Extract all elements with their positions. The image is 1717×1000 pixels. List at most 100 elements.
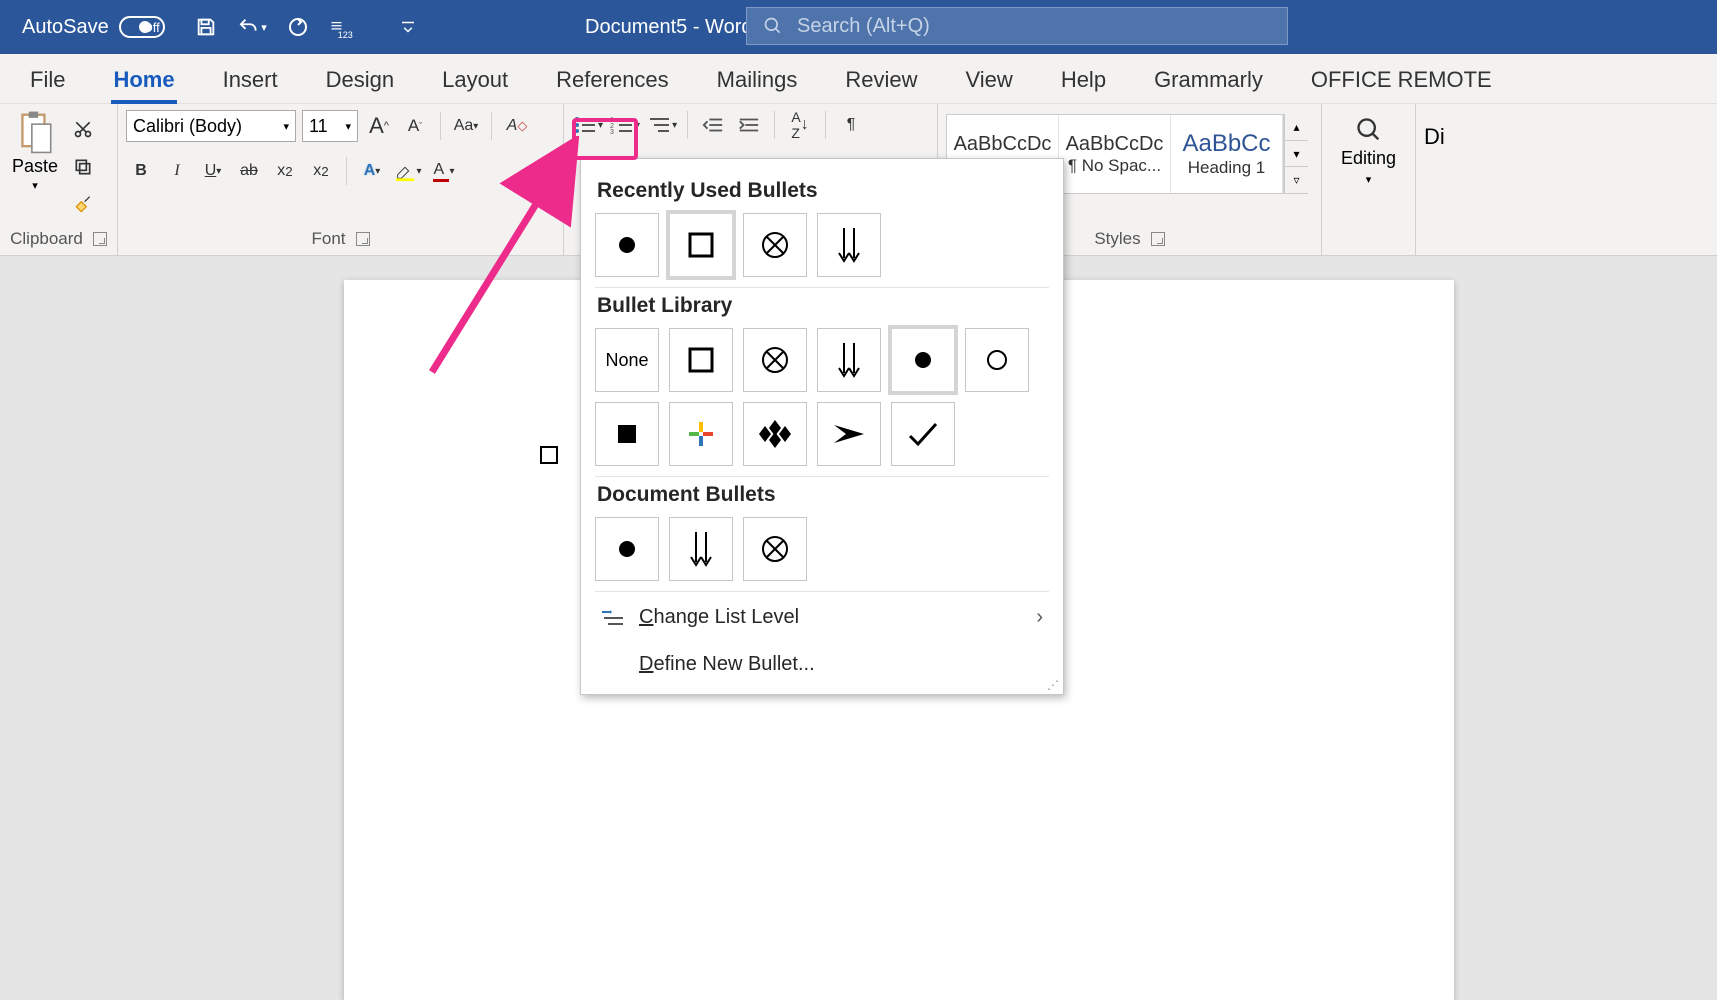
save-icon[interactable] <box>191 12 221 42</box>
annotation-highlight <box>572 118 638 160</box>
bullet-none[interactable]: None <box>595 328 659 392</box>
search-icon <box>763 16 783 36</box>
scissors-icon <box>73 119 93 139</box>
undo-icon[interactable]: ▾ <box>237 12 267 42</box>
section-document: Document Bullets <box>597 483 1049 507</box>
chevron-down-icon: ▾ <box>1366 173 1372 186</box>
bullet-doc-doublearrow[interactable] <box>669 517 733 581</box>
toggle-switch[interactable]: Off <box>119 16 165 38</box>
search-placeholder: Search (Alt+Q) <box>797 15 930 38</box>
tab-design[interactable]: Design <box>302 57 418 103</box>
highlight-button[interactable]: ▾ <box>393 156 423 186</box>
search-box[interactable]: Search (Alt+Q) <box>746 7 1288 45</box>
increase-indent-button[interactable] <box>734 110 764 140</box>
bullet-lib-4color[interactable] <box>669 402 733 466</box>
bullet-lib-square-filled[interactable] <box>595 402 659 466</box>
font-color-button[interactable]: A▾ <box>429 156 459 186</box>
group-clipboard: Paste ▾ Clipboard <box>0 104 118 255</box>
bullet-lib-arrowhead[interactable] <box>817 402 881 466</box>
customize-qat-icon[interactable] <box>393 12 423 42</box>
section-library: Bullet Library <box>597 294 1049 318</box>
bold-button[interactable]: B <box>126 156 156 186</box>
chevron-right-icon: › <box>1036 606 1043 629</box>
bullet-lib-disc[interactable] <box>891 328 955 392</box>
group-editing: Editing ▾ <box>1322 104 1416 255</box>
paintbrush-icon <box>73 195 93 215</box>
multilevel-list-button[interactable]: ▾ <box>646 110 677 140</box>
strikethrough-button[interactable]: ab <box>234 156 264 186</box>
bullet-lib-check[interactable] <box>891 402 955 466</box>
list-level-icon <box>601 608 625 628</box>
grow-font-button[interactable]: A^ <box>364 111 394 141</box>
bullet-lib-square-outline[interactable] <box>669 328 733 392</box>
tab-home[interactable]: Home <box>89 57 198 103</box>
bullet-recent-doublearrow[interactable] <box>817 213 881 277</box>
italic-button[interactable]: I <box>162 156 192 186</box>
indent-icon <box>738 115 760 135</box>
outdent-icon <box>702 115 724 135</box>
tab-view[interactable]: View <box>942 57 1037 103</box>
superscript-button[interactable]: x2 <box>306 156 336 186</box>
font-size-combo[interactable]: 11▾ <box>302 110 358 142</box>
format-painter-button[interactable] <box>68 190 98 220</box>
sort-button[interactable]: AZ↓ <box>785 110 815 140</box>
style-heading1[interactable]: AaBbCcHeading 1 <box>1171 115 1283 193</box>
gallery-scroll[interactable]: ▴▾▿ <box>1284 114 1308 194</box>
repeat-icon[interactable] <box>283 12 313 42</box>
shrink-font-button[interactable]: Aˇ <box>400 111 430 141</box>
multilevel-icon <box>646 115 672 135</box>
bullet-lib-circlex[interactable] <box>743 328 807 392</box>
line-spacing-icon[interactable]: 123 <box>329 12 359 42</box>
tab-review[interactable]: Review <box>821 57 941 103</box>
style-no-spacing[interactable]: AaBbCcDc¶ No Spac... <box>1059 115 1171 193</box>
autosave-toggle[interactable]: AutoSave Off <box>22 16 165 39</box>
copy-icon <box>73 157 93 177</box>
bullet-doc-circlex[interactable] <box>743 517 807 581</box>
define-new-bullet[interactable]: Define New Bullet... <box>595 641 1049 688</box>
document-title: Document5 - Word <box>585 16 752 39</box>
tab-file[interactable]: File <box>6 57 89 103</box>
font-launcher[interactable] <box>356 232 370 246</box>
ribbon-tabs: File Home Insert Design Layout Reference… <box>0 54 1717 104</box>
editing-button[interactable]: Editing ▾ <box>1330 110 1407 186</box>
change-list-level[interactable]: Change List Level › <box>595 594 1049 641</box>
bullet-lib-circle[interactable] <box>965 328 1029 392</box>
tab-help[interactable]: Help <box>1037 57 1130 103</box>
decrease-indent-button[interactable] <box>698 110 728 140</box>
section-recent: Recently Used Bullets <box>597 179 1049 203</box>
bullet-recent-square[interactable] <box>669 213 733 277</box>
copy-button[interactable] <box>68 152 98 182</box>
subscript-button[interactable]: x2 <box>270 156 300 186</box>
chevron-down-icon: ▾ <box>32 179 38 192</box>
tab-insert[interactable]: Insert <box>199 57 302 103</box>
change-case-button[interactable]: Aa▾ <box>451 111 481 141</box>
tab-mailings[interactable]: Mailings <box>693 57 822 103</box>
resize-grip-icon[interactable]: ⋰ <box>1047 678 1059 692</box>
show-marks-button[interactable]: ¶ <box>836 110 866 140</box>
document-bullet-square <box>540 446 558 464</box>
overflow[interactable]: Di <box>1416 104 1456 255</box>
bullet-recent-circlex[interactable] <box>743 213 807 277</box>
title-bar: AutoSave Off ▾ 123 Document5 - Word Sear… <box>0 0 1717 54</box>
tab-grammarly[interactable]: Grammarly <box>1130 57 1287 103</box>
underline-button[interactable]: U▾ <box>198 156 228 186</box>
font-name-combo[interactable]: Calibri (Body)▾ <box>126 110 296 142</box>
tab-office-remote[interactable]: OFFICE REMOTE <box>1287 57 1516 103</box>
clipboard-icon <box>15 110 55 154</box>
bullet-lib-doublearrow[interactable] <box>817 328 881 392</box>
find-icon <box>1355 116 1383 144</box>
tab-layout[interactable]: Layout <box>418 57 532 103</box>
bullet-recent-disc[interactable] <box>595 213 659 277</box>
quick-access-toolbar: ▾ 123 <box>191 12 423 42</box>
bullets-dropdown: Recently Used Bullets Bullet Library Non… <box>580 158 1064 695</box>
clipboard-launcher[interactable] <box>93 232 107 246</box>
paste-button[interactable]: Paste ▾ <box>8 110 62 220</box>
cut-button[interactable] <box>68 114 98 144</box>
text-effects-button[interactable]: A▾ <box>357 156 387 186</box>
tab-references[interactable]: References <box>532 57 693 103</box>
styles-launcher[interactable] <box>1151 232 1165 246</box>
bullet-doc-disc[interactable] <box>595 517 659 581</box>
bullet-lib-4diamond[interactable] <box>743 402 807 466</box>
group-font: Calibri (Body)▾ 11▾ A^ Aˇ Aa▾ A◇ B I U▾ … <box>118 104 564 255</box>
clear-formatting-button[interactable]: A◇ <box>502 111 532 141</box>
